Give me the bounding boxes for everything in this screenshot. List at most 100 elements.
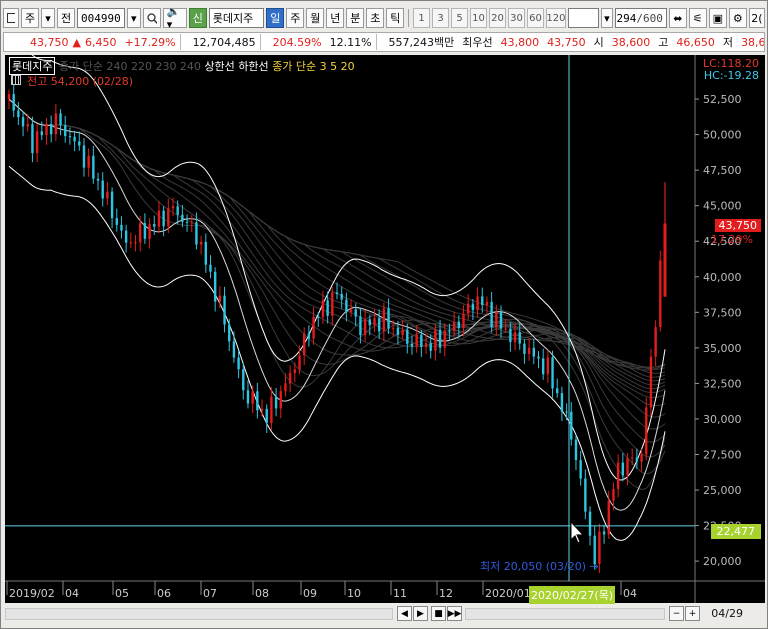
candle-body [471,303,475,311]
ma20-line [8,98,666,511]
period-day[interactable]: 일 [266,8,285,28]
legend-lower-envelope: 하한선 [238,60,269,73]
period-minute[interactable]: 분 [346,8,365,28]
scroll-left-icon[interactable]: ◀ [397,606,412,621]
candle-body [317,316,320,318]
scroll-track-right[interactable] [465,608,665,620]
market-select[interactable]: 주 [21,8,39,28]
x-tick-label: 10 [347,587,361,600]
long-ma-line [8,98,666,458]
interval-10[interactable]: 10 [470,8,488,28]
gear-icon[interactable]: ⚙ [728,8,747,28]
trade-amount: 557,243백만 [388,36,455,49]
interval-1[interactable]: 1 [413,8,431,28]
interval-20[interactable]: 20 [489,8,507,28]
stock-name-field[interactable]: 롯데지주 [208,8,265,28]
stop-icon[interactable]: ■ [431,606,446,621]
candle-body [570,411,573,440]
candle-body [392,327,395,329]
window-icon[interactable] [3,8,19,28]
candle-body [213,271,217,302]
candle-body [26,124,29,127]
candle-body [284,383,287,392]
candle-body [368,319,371,326]
interval-3[interactable]: 3 [432,8,450,28]
interval-60[interactable]: 60 [527,8,545,28]
interval-5[interactable]: 5 [451,8,469,28]
candle-body [645,407,648,455]
y-tick-label: 25,000 [703,484,742,497]
period-week[interactable]: 주 [286,8,305,28]
candle-body [509,328,512,343]
candle-body [523,343,526,354]
price-chart[interactable]: 52,500 50,000 47,500 45,000 42,500 40,000 37,5… [5,55,765,604]
market-dropdown-icon[interactable]: ▾ [41,8,55,28]
candle-body [288,372,292,384]
sound-icon[interactable]: 🔈▾ [162,5,187,31]
x-tick-label: 09 [303,587,317,600]
x-tick-label: 06 [157,587,171,600]
candle-body [612,488,615,501]
fast-forward-icon[interactable]: ▶▶ [447,606,462,621]
compare-icon[interactable]: ⚟ [688,8,707,28]
credit-badge: 신 [188,8,207,28]
candle-body [481,296,484,306]
code-input[interactable]: 004990 [77,8,125,28]
interval-60-label: 60 [529,12,542,24]
price-change: 6,450 [84,35,117,49]
candle-body [73,136,76,142]
chart-canvas[interactable]: 52,50050,00047,50045,00042,50040,00037,5… [5,55,765,603]
ask-price: 43,800 [500,35,540,49]
candle-body [415,334,418,347]
mode-button[interactable]: 전 [57,8,75,28]
period-second[interactable]: 초 [366,8,385,28]
candle-body [659,260,662,328]
candle-body [621,462,625,476]
credit-label: 신 [192,12,203,25]
count-input[interactable]: 294/600 [614,8,667,28]
grid-icon[interactable] [11,75,21,85]
period-month[interactable]: 월 [306,8,325,28]
candle-body [134,242,137,244]
volume: 12,704,485 [192,35,256,49]
candle-body [82,145,86,168]
search-icon[interactable] [142,8,161,28]
candle-body [579,460,582,479]
period-year[interactable]: 년 [326,8,345,28]
interval-30[interactable]: 30 [508,8,526,28]
legend-ma-label: 종가 단순 [272,60,317,73]
crosshair-date-tag: 2020/02/27(목) [529,586,616,604]
up-arrow-icon: ▲ [72,35,81,49]
candle-body [584,478,587,512]
candle-body [251,391,254,404]
zoom-in-icon[interactable]: + [685,606,700,621]
zoom-out-icon[interactable]: − [669,606,684,621]
period-month-label: 월 [310,12,321,25]
candle-body [467,303,470,314]
custom-interval-dropdown-icon[interactable]: ▾ [600,8,613,28]
y-tick-label: 20,000 [703,555,742,568]
candle-body [223,295,226,325]
divider [179,34,189,50]
extra-label: 2( [751,11,763,25]
candle-body [157,210,161,227]
period-minute-label: 분 [350,12,361,25]
interval-120[interactable]: 120 [546,8,566,28]
market-label: 주 [24,12,36,25]
candle-body [556,388,559,394]
scroll-track[interactable] [5,608,393,620]
code-dropdown-icon[interactable]: ▾ [126,8,141,28]
turnover: 12.11% [329,35,372,49]
candle-body [607,500,610,535]
period-tick[interactable]: 틱 [386,8,405,28]
x-tick-label: 07 [203,587,217,600]
candle-body [190,222,193,224]
extra-button[interactable]: 2( [748,8,765,28]
candle-body [279,391,282,409]
candle-body [401,329,404,336]
chart-type-icon[interactable]: ⬌ [668,8,687,28]
save-icon[interactable]: ▣ [708,8,727,28]
scroll-right-icon[interactable]: ▶ [413,606,428,621]
candle-body [495,312,498,328]
custom-interval-input[interactable] [567,8,599,28]
